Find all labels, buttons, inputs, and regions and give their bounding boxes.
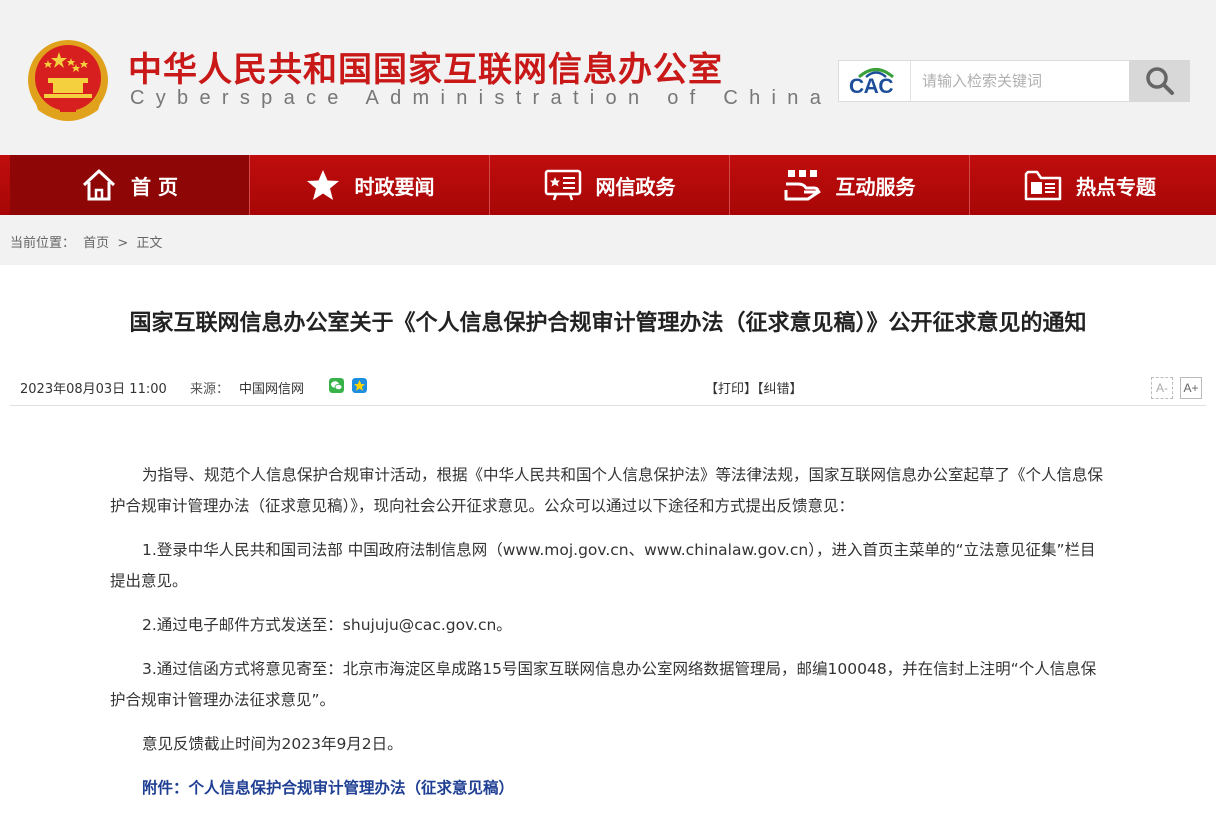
cac-logo[interactable]: CAC xyxy=(839,61,911,101)
site-subtitle: Cyberspace Administration of China xyxy=(130,87,833,109)
print-correct-links: 【打印】【纠错】 xyxy=(705,378,803,397)
print-link[interactable]: 【打印】 xyxy=(705,382,757,397)
article-meta: 2023年08月03日 11:00 来源： 中国网信网 【打印】【纠错】 A- … xyxy=(10,370,1206,406)
hands-icon xyxy=(784,170,821,201)
article-paragraph: 1.登录中华人民共和国司法部 中国政府法制信息网（www.moj.gov.cn、… xyxy=(110,541,1096,590)
font-smaller-button[interactable]: A- xyxy=(1151,377,1173,399)
font-larger-button[interactable]: A+ xyxy=(1180,377,1202,399)
article-body: 为指导、规范个人信息保护合规审计活动，根据《中华人民共和国个人信息保护法》等法律… xyxy=(110,460,1110,817)
attachment-link[interactable]: 附件：个人信息保护合规审计管理办法（征求意见稿） xyxy=(110,773,1110,804)
search-input[interactable] xyxy=(912,61,1129,101)
search-box: CAC xyxy=(838,60,1190,102)
star-icon xyxy=(306,170,339,200)
breadcrumb-home-link[interactable]: 首页 xyxy=(83,236,109,251)
article-paragraph: 2.通过电子邮件方式发送至：shujuju@cac.gov.cn。 xyxy=(142,616,512,634)
breadcrumb: 当前位置： 首页 > 正文 xyxy=(0,215,1216,265)
nav-item-affairs[interactable]: 网信政务 xyxy=(490,155,730,215)
folder-icon xyxy=(1024,170,1062,201)
breadcrumb-separator: > xyxy=(117,236,129,251)
nav-label-affairs: 网信政务 xyxy=(595,174,676,199)
site-header: 中华人民共和国国家互联网信息办公室 Cyberspace Administrat… xyxy=(0,0,1216,155)
breadcrumb-current: 正文 xyxy=(136,236,163,251)
nav-item-service[interactable]: 互动服务 xyxy=(730,155,970,215)
wechat-share-icon[interactable] xyxy=(329,378,344,393)
nav-label-topics: 热点专题 xyxy=(1076,174,1156,199)
nav-label-service: 互动服务 xyxy=(835,174,916,199)
breadcrumb-label: 当前位置： xyxy=(10,236,76,251)
article-source: 中国网信网 xyxy=(239,382,305,397)
correct-link[interactable]: 【纠错】 xyxy=(757,382,803,397)
nav-item-topics[interactable]: 热点专题 xyxy=(970,155,1210,215)
cac-logo-text: CAC xyxy=(849,75,894,98)
nav-item-home[interactable]: 首 页 xyxy=(10,155,250,215)
nav-label-news: 时政要闻 xyxy=(354,174,435,199)
search-icon xyxy=(1145,67,1174,95)
nav-label-home: 首 页 xyxy=(131,174,178,199)
article-title: 国家互联网信息办公室关于《个人信息保护合规审计管理办法（征求意见稿）》公开征求意… xyxy=(129,311,1087,336)
home-icon xyxy=(82,169,116,201)
article-paragraph: 为指导、规范个人信息保护合规审计活动，根据《中华人民共和国个人信息保护法》等法律… xyxy=(110,466,1104,515)
main-nav: 首 页 时政要闻 网信政务 互动服务 热点专题 xyxy=(0,155,1216,215)
qzone-share-icon[interactable] xyxy=(352,378,367,393)
article-paragraph: 3.通过信函方式将意见寄至：北京市海淀区阜成路15号国家互联网信息办公室网络数据… xyxy=(110,660,1097,709)
article-date: 2023年08月03日 11:00 xyxy=(20,382,167,397)
national-emblem-icon[interactable] xyxy=(26,38,110,124)
search-button[interactable] xyxy=(1129,60,1190,102)
article-paragraph: 意见反馈截止时间为2023年9月2日。 xyxy=(142,735,403,753)
source-label: 来源： xyxy=(190,382,230,397)
nav-item-news[interactable]: 时政要闻 xyxy=(250,155,490,215)
site-title[interactable]: 中华人民共和国国家互联网信息办公室 xyxy=(128,42,723,91)
document-icon xyxy=(544,169,581,201)
